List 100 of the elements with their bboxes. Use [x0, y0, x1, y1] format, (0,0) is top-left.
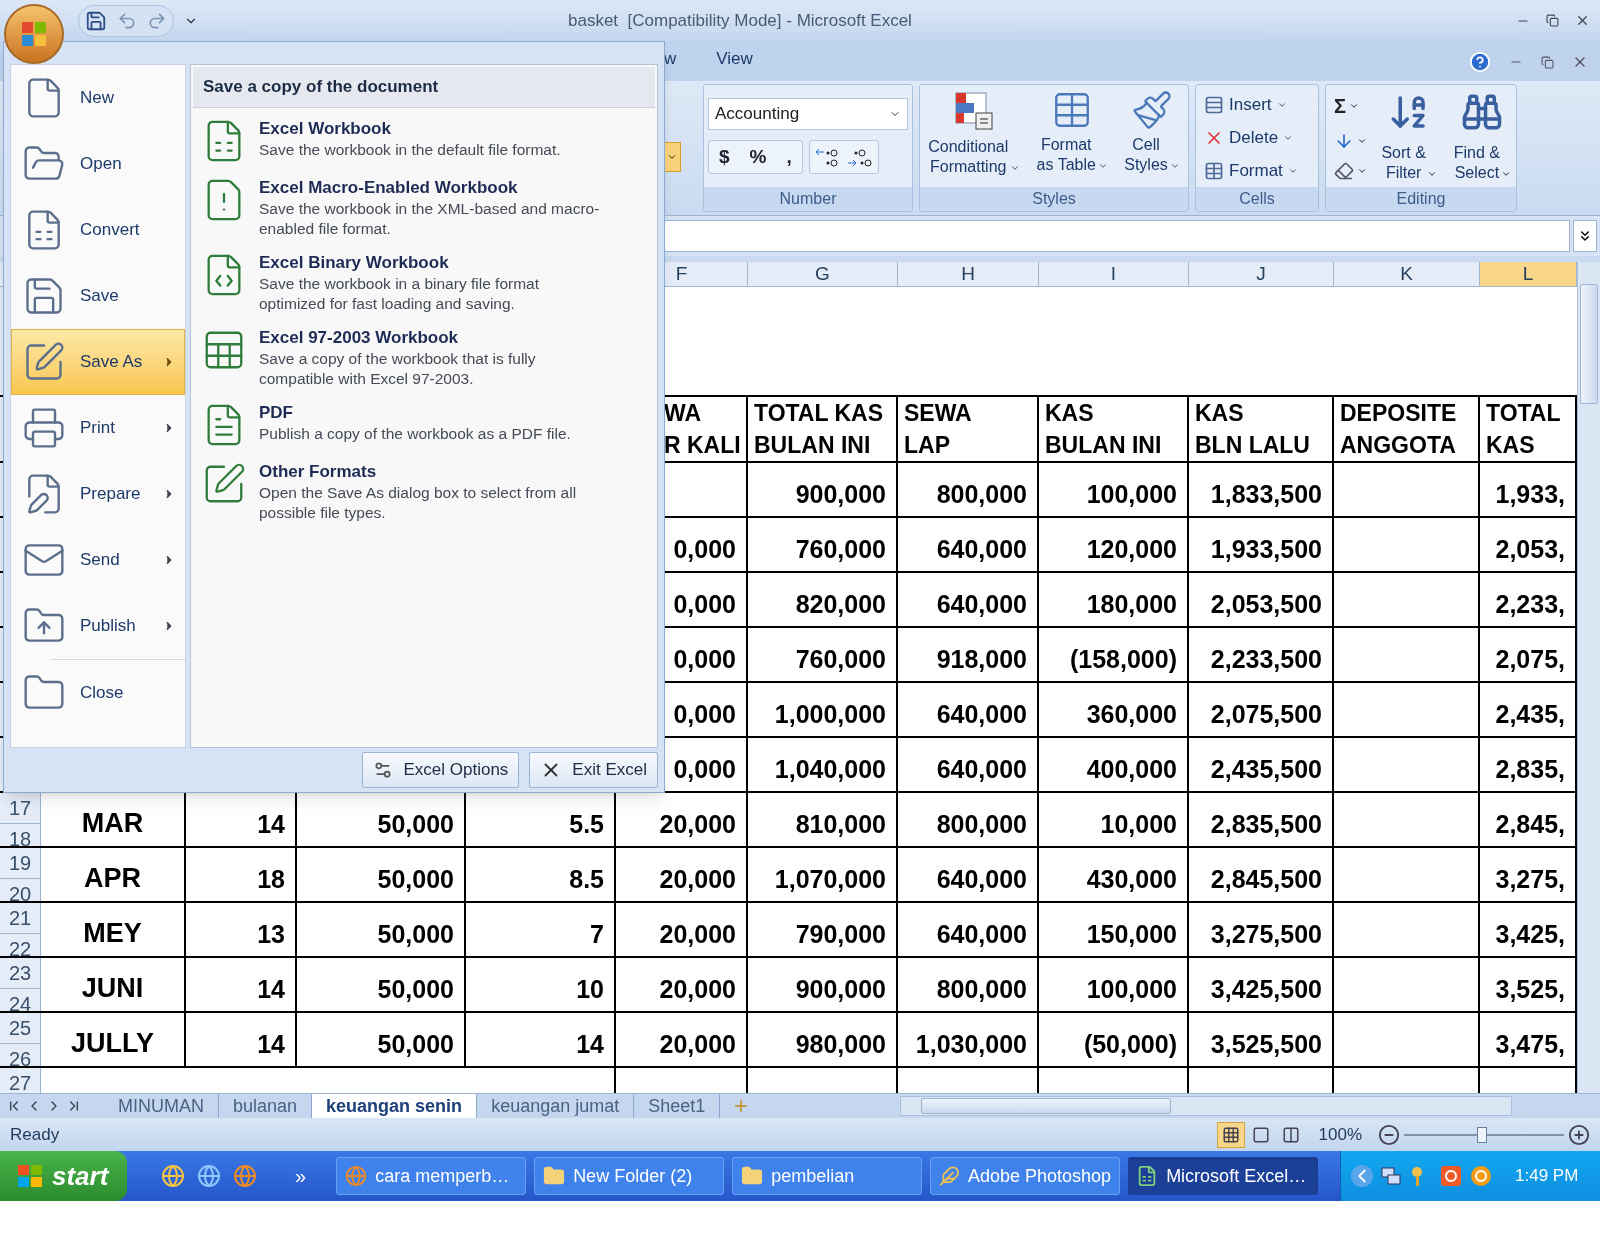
save-format-option[interactable]: Excel Workbook Save the workbook in the default file format. [201, 117, 657, 164]
column-header[interactable]: H [898, 262, 1039, 286]
ring-square-icon[interactable] [1439, 1164, 1463, 1188]
exit-button[interactable]: Exit Excel [529, 752, 658, 788]
table-cell-text: 20,000 [659, 1028, 736, 1060]
menu-command[interactable]: Prepare [11, 461, 185, 527]
button-label: Cell Styles [1124, 135, 1168, 175]
taskbar-button[interactable]: pembelian [732, 1157, 923, 1195]
table-cell-text: (50,000) [1083, 1028, 1177, 1060]
menu-command[interactable]: Save As [11, 329, 185, 395]
ring-icon[interactable] [1469, 1164, 1493, 1188]
grid-icon [1221, 1125, 1240, 1144]
row-number: 23 [8, 961, 32, 986]
restore-icon[interactable] [1546, 14, 1559, 27]
table-cell-text: 2,053,500 [1210, 588, 1322, 620]
option-description: Open the Save As dialog box to select from all possible file types. [259, 482, 578, 523]
ribbon-tab[interactable]: w [664, 45, 677, 81]
editing-button[interactable]: Sort & Filter [1375, 91, 1443, 187]
menu-command[interactable]: Send [11, 527, 185, 593]
globe-icon[interactable] [197, 1164, 221, 1188]
view-button[interactable] [1216, 1121, 1245, 1148]
column-header[interactable]: I [1039, 262, 1189, 286]
option-description: Save the workbook in a binary file format optimized for fast loading and saving. [259, 273, 540, 314]
show-hidden-icons-icon[interactable] [1351, 1165, 1373, 1187]
row-number: 25 [8, 1016, 32, 1041]
option-description: Save the workbook in the XML-based and macro-enabled file format. [259, 198, 601, 239]
button-label: Conditional Formatting [928, 137, 1009, 177]
eraser-icon[interactable] [1334, 161, 1354, 181]
restore-icon[interactable] [1541, 55, 1554, 69]
printer-icon [22, 406, 66, 450]
format-button[interactable]: % [739, 141, 777, 173]
style-button[interactable]: Conditional Formatting [928, 89, 1021, 187]
table-cell-text: 640,000 [936, 698, 1027, 730]
taskbar-button[interactable]: Microsoft Excel… [1128, 1157, 1319, 1195]
horizontal-scrollbar[interactable] [900, 1096, 1513, 1116]
caret-icon [667, 152, 677, 162]
options-button[interactable]: Excel Options [362, 752, 520, 788]
taskbar-button[interactable]: Adobe Photoshop [930, 1157, 1121, 1195]
format-button[interactable]: $ [709, 141, 740, 173]
row-number: 26 [8, 1047, 32, 1072]
table-cell-text: 810,000 [795, 808, 886, 840]
table-cell-text: 20,000 [659, 808, 736, 840]
network-icon[interactable] [1379, 1164, 1403, 1188]
paintbrush-icon [1131, 89, 1173, 131]
formula-field[interactable] [663, 220, 1570, 252]
sum-button[interactable]: Σ [1334, 91, 1346, 121]
table-cell-text: 20,000 [659, 973, 736, 1005]
globe-icon[interactable] [161, 1164, 185, 1188]
menu-command[interactable]: Close [11, 660, 185, 726]
save-format-option[interactable]: PDF Publish a copy of the workbook as a PDF file. [201, 401, 657, 448]
save-format-option[interactable]: Excel 97-2003 Workbook Save a copy of the workbook that is fully compatible with Excel 97-2003. [201, 326, 657, 389]
table-cell-text: 3,525,500 [1210, 1028, 1322, 1060]
table-cell-text: 1,933, [1495, 478, 1565, 510]
menu-command[interactable]: New [11, 65, 185, 131]
column-heading: WA R KALI [664, 399, 741, 460]
taskbar-button[interactable]: New Folder (2) [534, 1157, 725, 1195]
sheet-tab[interactable]: keuangan senin [312, 1093, 478, 1119]
table-cell-text: 0,000 [673, 533, 736, 565]
save-format-option[interactable]: Excel Macro-Enabled Workbook Save the workbook in the XML-based and macro-enabled file format. [201, 176, 657, 239]
cells-button[interactable]: Delete [1204, 126, 1318, 150]
format-button[interactable]: , [776, 141, 802, 173]
vertical-scrollbar[interactable] [1577, 262, 1600, 1093]
cells-button[interactable]: Format [1204, 159, 1318, 183]
zoom-out-icon[interactable] [1378, 1123, 1400, 1146]
caret-icon [1357, 166, 1367, 176]
table-cell-text: 3,425,500 [1210, 973, 1322, 1005]
column-header[interactable]: J [1189, 262, 1334, 286]
row-number: 17 [8, 796, 32, 821]
row-number: 21 [8, 906, 32, 931]
column-heading: KAS BLN LALU [1195, 399, 1310, 460]
menu-command[interactable]: Open [11, 131, 185, 197]
number-format-dropdown[interactable]: Accounting [708, 98, 908, 130]
more-button[interactable]: » [295, 1161, 307, 1191]
menu-command[interactable]: Convert [11, 197, 185, 263]
style-button[interactable]: Format as Table [1036, 89, 1108, 187]
expand-button[interactable] [1573, 220, 1597, 252]
feather-icon [939, 1165, 960, 1187]
cells-button[interactable]: Insert [1204, 93, 1318, 117]
save-format-option[interactable]: Other Formats Open the Save As dialog box to select from all possible file types. [201, 460, 657, 523]
zoom-slider[interactable] [1404, 1124, 1564, 1145]
table-cell-text: 8.5 [569, 863, 604, 895]
menu-command[interactable]: Publish [11, 593, 185, 659]
table-cell-text: 50,000 [377, 918, 454, 950]
style-button[interactable]: Cell Styles [1124, 89, 1180, 187]
ribbon-tab[interactable]: View [716, 45, 753, 81]
slider-thumb[interactable] [1477, 1126, 1488, 1143]
zoom-in-icon[interactable] [1568, 1123, 1590, 1146]
help-icon[interactable] [1469, 51, 1491, 73]
column-header[interactable]: L [1480, 262, 1577, 286]
caret-icon [1010, 163, 1021, 173]
close-icon[interactable] [1575, 13, 1590, 28]
caret-icon [1357, 136, 1367, 146]
table-cell-text: 640,000 [936, 533, 1027, 565]
table-cell-text: 3,275,500 [1210, 918, 1322, 950]
column-header[interactable]: G [748, 262, 898, 286]
taskbar-button[interactable]: cara memperb… [336, 1157, 527, 1195]
menu-command[interactable]: Save [11, 263, 185, 329]
table-cell-text: 400,000 [1086, 753, 1177, 785]
editing-button[interactable]: Find & Select [1448, 91, 1516, 187]
menu-command[interactable]: Print [11, 395, 185, 461]
